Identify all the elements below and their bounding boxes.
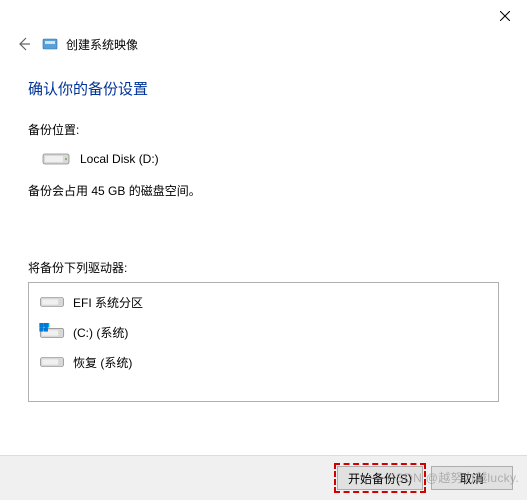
close-icon [500, 11, 510, 21]
drive-row: EFI 系统分区 [35, 287, 492, 317]
drives-list: EFI 系统分区 (C:) (系统) [28, 282, 499, 402]
drives-list-label: 将备份下列驱动器: [28, 259, 499, 276]
space-requirement-text: 备份会占用 45 GB 的磁盘空间。 [28, 182, 499, 199]
close-button[interactable] [482, 1, 527, 31]
drive-row: 恢复 (系统) [35, 347, 492, 377]
start-backup-button[interactable]: 开始备份(S) [337, 466, 423, 490]
window-title: 创建系统映像 [66, 36, 138, 53]
windows-disk-icon [39, 323, 65, 341]
harddisk-icon [39, 293, 65, 311]
drive-label: (C:) (系统) [73, 324, 128, 341]
backup-location-label: 备份位置: [28, 121, 499, 138]
harddisk-icon [39, 353, 65, 371]
drive-label: 恢复 (系统) [73, 354, 132, 371]
arrow-left-icon [16, 36, 32, 52]
drive-row: (C:) (系统) [35, 317, 492, 347]
page-heading: 确认你的备份设置 [28, 78, 499, 99]
back-button[interactable] [14, 34, 34, 54]
app-icon [42, 36, 58, 52]
harddisk-icon [42, 150, 70, 168]
drive-label: EFI 系统分区 [73, 294, 143, 311]
backup-location-row: Local Disk (D:) [28, 150, 499, 168]
backup-location-value: Local Disk (D:) [80, 152, 159, 166]
cancel-button[interactable]: 取消 [431, 466, 513, 490]
